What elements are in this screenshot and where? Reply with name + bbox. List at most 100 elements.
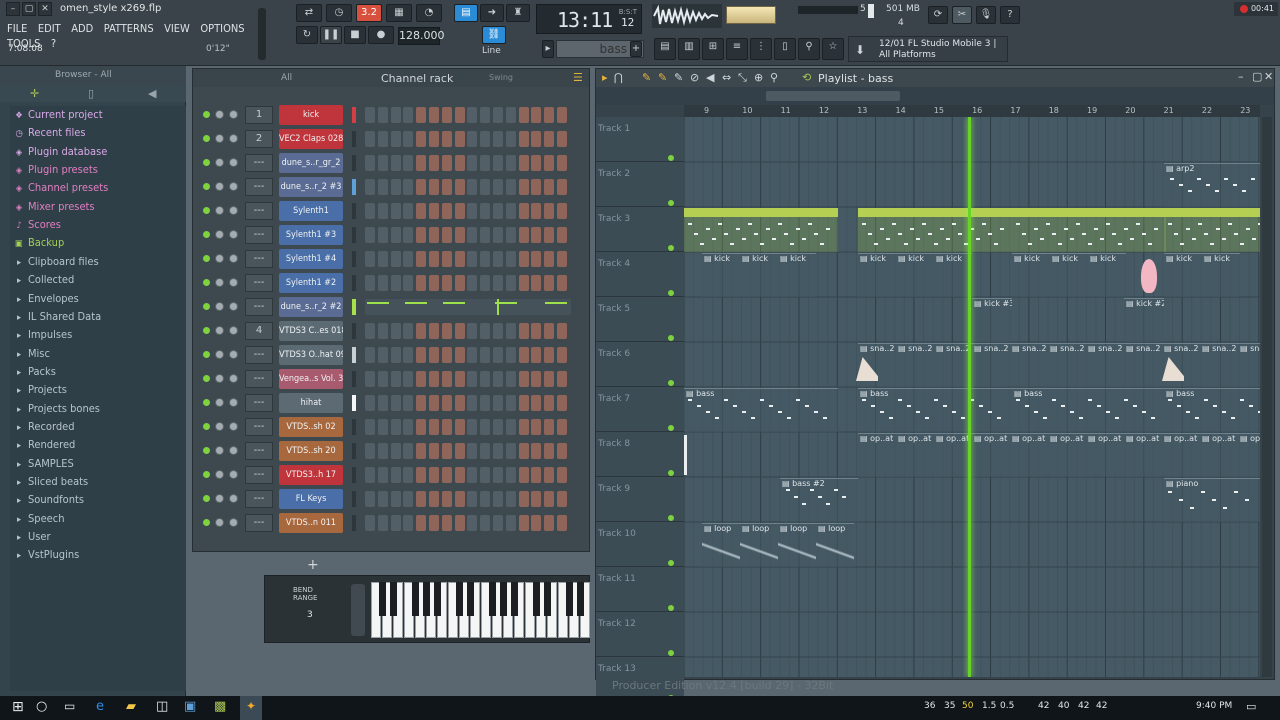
step-button[interactable] — [365, 275, 375, 291]
channel-mixer-track[interactable]: --- — [245, 274, 273, 292]
pattern-clip[interactable]: ▤ bass #2 — [780, 478, 858, 522]
pattern-clip[interactable]: ▤ Main Melody — [684, 208, 838, 252]
pattern-clip[interactable]: ▤ kick — [1202, 253, 1240, 297]
step-button[interactable] — [429, 203, 439, 219]
track-mute-led[interactable] — [668, 245, 674, 251]
step-button[interactable] — [365, 395, 375, 411]
notifications-icon[interactable]: ▭ — [1246, 700, 1256, 713]
step-button[interactable] — [429, 227, 439, 243]
step-button[interactable] — [403, 131, 414, 147]
channel-mute-led[interactable] — [203, 279, 210, 286]
step-button[interactable] — [441, 371, 452, 387]
step-button[interactable] — [544, 419, 555, 435]
channel-name-button[interactable]: VTDS3 C..es 018 — [279, 321, 343, 341]
channel-mute-led[interactable] — [203, 351, 210, 358]
step-button[interactable] — [390, 347, 401, 363]
pattern-clip[interactable]: ▤ bass — [1012, 388, 1166, 432]
step-button[interactable] — [493, 275, 503, 291]
step-button[interactable] — [544, 203, 555, 219]
step-button[interactable] — [544, 131, 555, 147]
zoom-icon[interactable]: ⊕ — [754, 71, 763, 84]
step-button[interactable] — [480, 275, 491, 291]
step-button[interactable] — [377, 371, 388, 387]
channel-filter[interactable]: All — [281, 73, 292, 83]
pattern-clip[interactable]: ▤ kick — [778, 253, 816, 297]
explorer-icon[interactable]: ▰ — [126, 699, 136, 714]
minimize-icon[interactable]: – — [6, 2, 20, 16]
snap-icon[interactable]: ⋂ — [614, 71, 623, 84]
step-button[interactable] — [365, 371, 375, 387]
step-button[interactable] — [441, 275, 452, 291]
step-button[interactable] — [467, 419, 478, 435]
pencil-icon[interactable]: ✎ — [642, 71, 651, 84]
pattern-clip[interactable]: ▤ arp2 — [1164, 163, 1260, 207]
slice-icon[interactable]: ⇔ — [722, 71, 731, 84]
channel-mute-led[interactable] — [203, 327, 210, 334]
track-header[interactable]: Track 1 — [596, 117, 684, 162]
channel-name-button[interactable]: hihat — [279, 393, 343, 413]
pattern-clip[interactable]: ▤ sna..2 — [972, 343, 1010, 387]
step-button[interactable] — [403, 227, 414, 243]
browser-item[interactable]: ▸ SAMPLES — [14, 457, 74, 475]
step-button[interactable] — [365, 467, 375, 483]
pattern-clip[interactable]: ▤ piano — [1164, 478, 1260, 522]
step-button[interactable] — [505, 275, 516, 291]
channel-mixer-track[interactable]: --- — [245, 250, 273, 268]
pattern-clip[interactable]: ▤ sna..2 — [1200, 343, 1238, 387]
browser-item[interactable]: ▸ Recorded — [14, 420, 75, 438]
step-button[interactable] — [557, 347, 567, 363]
step-button[interactable] — [480, 131, 491, 147]
step-button[interactable] — [377, 227, 388, 243]
pattern-clip[interactable]: ▤ op..at — [1010, 433, 1048, 477]
step-button[interactable] — [403, 323, 414, 339]
step-button[interactable] — [518, 347, 529, 363]
step-button[interactable] — [390, 515, 401, 531]
pattern-clip[interactable]: ▤ bass — [684, 388, 838, 432]
clock-time[interactable]: 9:40 PM — [1196, 701, 1232, 711]
step-button[interactable] — [493, 515, 503, 531]
channel-mute-led[interactable] — [203, 111, 210, 118]
step-button[interactable] — [518, 251, 529, 267]
channel-volume-knob[interactable] — [229, 326, 238, 335]
step-button[interactable] — [403, 179, 414, 195]
step-edit-button[interactable]: ▦ — [386, 4, 412, 22]
windows-start-icon[interactable]: ⊞ — [12, 699, 24, 715]
step-button[interactable] — [531, 419, 542, 435]
channel-mute-led[interactable] — [203, 471, 210, 478]
track-mute-led[interactable] — [668, 335, 674, 341]
channel-pan-knob[interactable] — [215, 422, 224, 431]
browser-item[interactable]: ▸ Packs — [14, 365, 56, 383]
select-icon[interactable]: ⤡ — [738, 71, 747, 85]
pattern-clip[interactable]: ▤ op..at — [1238, 433, 1260, 477]
channel-volume-knob[interactable] — [229, 230, 238, 239]
pattern-clip[interactable]: ▤ kick — [1164, 253, 1202, 297]
channel-mute-led[interactable] — [203, 423, 210, 430]
pattern-clip[interactable]: ▤ loop — [778, 523, 816, 567]
channel-name-button[interactable]: VTDS..n 011 — [279, 513, 343, 533]
channel-row[interactable]: --- dune_s..r_gr_2 — [193, 152, 589, 174]
track-header[interactable]: Track 8 — [596, 432, 684, 477]
channel-row[interactable]: --- VTDS3..h 17 — [193, 464, 589, 486]
step-button[interactable] — [531, 107, 542, 123]
channel-pan-knob[interactable] — [215, 326, 224, 335]
close-icon[interactable]: ✕ — [38, 2, 52, 16]
step-button[interactable] — [531, 395, 542, 411]
channel-mixer-track[interactable]: --- — [245, 178, 273, 196]
step-button[interactable] — [557, 467, 567, 483]
step-button[interactable] — [480, 179, 491, 195]
bend-range[interactable]: 3 — [307, 610, 313, 620]
browser-item[interactable]: ▸ User — [14, 530, 51, 548]
channel-select-indicator[interactable] — [352, 515, 356, 531]
step-button[interactable] — [518, 155, 529, 171]
channel-name-button[interactable]: Sylenth1 #2 — [279, 273, 343, 293]
browser-item[interactable]: ▸ Collected — [14, 273, 74, 291]
browser-item[interactable]: ◈ Mixer presets — [14, 200, 95, 218]
step-button[interactable] — [365, 419, 375, 435]
pattern-clip[interactable]: ▤ kick — [740, 253, 778, 297]
channel-row[interactable]: --- Vengea..s Vol. 3 — [193, 368, 589, 390]
browser-item[interactable]: ◈ Channel presets — [14, 181, 108, 199]
cut-icon[interactable]: ✂ — [952, 6, 972, 24]
channel-mute-led[interactable] — [203, 303, 210, 310]
step-button[interactable] — [429, 347, 439, 363]
step-button[interactable] — [390, 131, 401, 147]
